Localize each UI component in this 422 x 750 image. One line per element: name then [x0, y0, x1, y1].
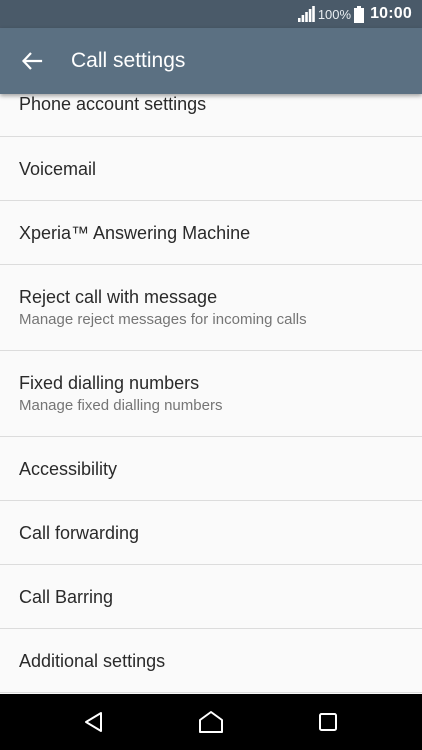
- item-title: Xperia™ Answering Machine: [19, 222, 251, 243]
- settings-item-call-barring[interactable]: Call Barring: [0, 565, 422, 629]
- item-title: Fixed dialling numbers: [19, 372, 200, 393]
- signal-icon: [297, 6, 315, 22]
- item-title: Phone account settings: [19, 94, 207, 114]
- settings-item-voicemail[interactable]: Voicemail: [0, 137, 422, 201]
- nav-back-icon: [85, 712, 102, 732]
- settings-item-answering-machine[interactable]: Xperia™ Answering Machine: [0, 201, 422, 265]
- item-title: Reject call with message: [19, 286, 218, 307]
- page-title: Call settings: [71, 49, 186, 72]
- battery-icon: [354, 5, 365, 23]
- settings-item-fixed-dialling[interactable]: Fixed dialling numbers Manage fixed dial…: [0, 351, 422, 437]
- call-settings-screen: 100% 10:00 Call settings Phone account s…: [0, 0, 422, 750]
- nav-home-icon: [199, 711, 223, 733]
- settings-item-additional[interactable]: Additional settings: [0, 629, 422, 693]
- item-subtitle: Manage reject messages for incoming call…: [19, 310, 307, 328]
- nav-recents-button[interactable]: [308, 702, 348, 742]
- clock: 10:00: [370, 5, 412, 22]
- nav-back-button[interactable]: [74, 702, 114, 742]
- item-subtitle: Manage fixed dialling numbers: [19, 396, 223, 414]
- settings-item-reject-call-message[interactable]: Reject call with message Manage reject m…: [0, 265, 422, 351]
- back-button[interactable]: [14, 43, 50, 79]
- settings-item-phone-account[interactable]: Phone account settings: [0, 94, 422, 137]
- item-title: Voicemail: [19, 158, 97, 179]
- battery-percent: 100%: [317, 6, 352, 22]
- arrow-back-icon: [21, 52, 43, 70]
- app-bar: Call settings: [0, 28, 422, 94]
- nav-recents-icon: [319, 713, 337, 731]
- item-title: Call forwarding: [19, 522, 140, 543]
- nav-home-button[interactable]: [191, 702, 231, 742]
- item-title: Accessibility: [19, 458, 118, 479]
- item-title: Call Barring: [19, 586, 114, 607]
- settings-list[interactable]: Phone account settings Voicemail Xperia™…: [0, 94, 422, 694]
- status-indicators: 100% 10:00: [297, 0, 412, 28]
- item-title: Additional settings: [19, 650, 166, 671]
- status-bar: 100% 10:00: [0, 0, 422, 28]
- settings-item-call-forwarding[interactable]: Call forwarding: [0, 501, 422, 565]
- settings-item-accessibility[interactable]: Accessibility: [0, 437, 422, 501]
- navigation-bar: [0, 694, 422, 750]
